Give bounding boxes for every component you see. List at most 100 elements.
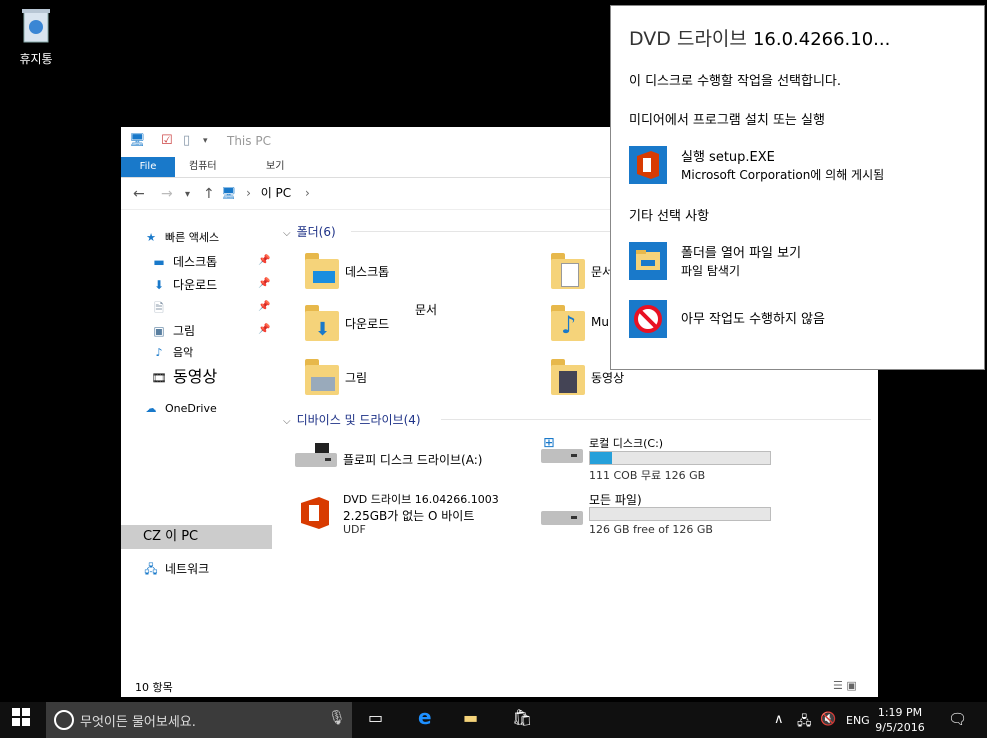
drive-free-space: 2.25GB가 없는 O 바이트 (343, 509, 475, 523)
windows-logo-icon (12, 708, 30, 726)
network-status-icon[interactable]: 🖧 (797, 712, 812, 734)
volume-muted-icon[interactable]: 🔇 (820, 712, 836, 727)
folders-group-header[interactable]: ⌵ 폴더(6) (283, 223, 336, 240)
start-button[interactable] (12, 708, 30, 730)
group-header-label: 디바이스 및 드라이브(4) (296, 413, 421, 427)
sidebar-item-label: 네트워크 (165, 562, 210, 576)
up-arrow-icon[interactable]: ↑ (203, 186, 215, 202)
window-title: This PC (227, 134, 271, 148)
sidebar-item-quick-access[interactable]: ★ 빠른 액세스 (143, 228, 219, 248)
collapse-chevron-icon[interactable]: ⌵ (283, 416, 291, 427)
forward-arrow-icon[interactable]: → (161, 186, 173, 202)
store-icon[interactable]: 🛍 (512, 708, 532, 727)
cortana-icon[interactable] (54, 710, 74, 730)
computer-icon: 🖥 (221, 186, 237, 200)
customize-toolbar-icon[interactable]: ▾ (203, 136, 208, 146)
task-view-icon[interactable]: ▭ (368, 708, 383, 727)
tab-file[interactable]: File (121, 157, 175, 177)
run-setup-option[interactable]: 실행 setup.EXE Microsoft Corporation에 의해 게… (629, 146, 969, 188)
breadcrumb-chevron-icon[interactable]: › (246, 186, 251, 200)
navigation-pane: ★ 빠른 액세스 ▬ 데스크톱 📌 ⬇ 다운로드 📌 🗎 📌 ▣ 그림 📌 ♪ 음악 🎞 동… (121, 223, 272, 683)
computer-icon: 🖥 (129, 133, 146, 148)
pin-icon[interactable]: 📌 (258, 255, 270, 266)
clock[interactable]: 1:19 PM 9/5/2016 (870, 705, 930, 735)
sidebar-item-documents[interactable]: 🗎 (151, 298, 173, 318)
hard-drive-icon (541, 511, 583, 525)
folder-label: 그림 (345, 371, 368, 385)
taskbar: 무엇이든 물어보세요. 🎙 ▭ e ▬ 🛍 ∧ 🖧 🔇 ENG 1:19 PM … (0, 702, 987, 738)
drive-label: 플로피 디스크 드라이브(A:) (343, 453, 483, 467)
sidebar-item-network[interactable]: 🖧 네트워크 (143, 559, 209, 579)
folder-label: 다운로드 (345, 317, 390, 331)
drive-local-c[interactable]: ⊞ 로컬 디스크(C:) 111 COB 무료 126 GB (541, 435, 781, 482)
clock-date: 9/5/2016 (875, 721, 925, 734)
file-explorer-taskbar-icon[interactable]: ▬ (463, 708, 478, 727)
sidebar-item-label: 음악 (173, 346, 194, 359)
drive-usage-fill (590, 452, 612, 464)
view-toggle: ☰ ▣ (833, 679, 857, 692)
group-header-label: 폴더(6) (296, 225, 336, 239)
input-language[interactable]: ENG (846, 714, 870, 727)
sidebar-item-desktop[interactable]: ▬ 데스크톱 (151, 252, 217, 272)
action-center-icon[interactable]: 🗨 (948, 710, 967, 728)
collapse-chevron-icon[interactable]: ⌵ (283, 228, 291, 239)
sidebar-item-label: 다운로드 (173, 278, 218, 292)
pin-icon[interactable]: 📌 (258, 301, 270, 312)
section-other-heading: 기타 선택 사항 (629, 209, 710, 224)
drive-label: 모든 파일) (589, 493, 642, 507)
microphone-icon[interactable]: 🎙 (328, 710, 346, 726)
folder-label: Mu (591, 315, 609, 329)
search-placeholder: 무엇이든 물어보세요. (80, 715, 196, 730)
desktop-folder-icon (301, 251, 339, 291)
large-icons-view-icon[interactable]: ▣ (846, 679, 856, 692)
drive-filesystem: UDF (343, 523, 366, 536)
pin-icon[interactable]: 📌 (258, 324, 270, 335)
take-no-action-option[interactable]: 아무 작업도 수행하지 않음 (629, 300, 969, 342)
sidebar-item-videos[interactable]: 🎞 동영상 (151, 367, 217, 387)
address-bar[interactable]: 🖥 › 이 PC › (221, 183, 611, 203)
sidebar-item-downloads[interactable]: ⬇ 다운로드 (151, 275, 217, 295)
sidebar-item-music[interactable]: ♪ 음악 (151, 343, 193, 363)
pin-icon[interactable]: 📌 (258, 278, 270, 289)
recent-locations-icon[interactable]: ▾ (185, 189, 190, 200)
open-folder-option[interactable]: 폴더를 열어 파일 보기 파일 탐색기 (629, 242, 969, 284)
autoplay-title: DVD 드라이브 16.0.4266.10... (629, 24, 890, 51)
breadcrumb-this-pc[interactable]: 이 PC (261, 186, 291, 200)
sidebar-item-label: 빠른 액세스 (165, 231, 220, 244)
section-media-heading: 미디어에서 프로그램 설치 또는 실행 (629, 113, 825, 128)
new-folder-icon[interactable]: ▯ (183, 133, 190, 148)
no-action-icon (629, 300, 667, 338)
show-hidden-icons-chevron-icon[interactable]: ∧ (774, 712, 784, 727)
drive-label: 로컬 디스크(C:) (589, 437, 664, 450)
drive-floppy[interactable]: 플로피 디스크 드라이브(A:) (295, 439, 535, 479)
details-view-icon[interactable]: ☰ (833, 679, 843, 692)
autoplay-dialog: DVD 드라이브 16.0.4266.10... 이 디스크로 수행할 작업을 … (610, 5, 985, 370)
folder-label: 동영상 (591, 371, 625, 385)
tab-view[interactable]: 보기 (266, 157, 284, 177)
drive-other[interactable]: 모든 파일) 126 GB free of 126 GB (541, 491, 781, 537)
downloads-folder-icon: ⬇ (301, 303, 339, 343)
option-title: 실행 setup.EXE (681, 150, 775, 165)
tab-computer[interactable]: 컴퓨터 (189, 157, 217, 177)
search-box[interactable]: 무엇이든 물어보세요. 🎙 (46, 702, 352, 738)
clock-time: 1:19 PM (877, 706, 923, 719)
sidebar-item-onedrive[interactable]: ☁ OneDrive (143, 399, 217, 419)
autoplay-title-prefix: DVD 드라이브 (629, 28, 747, 50)
back-arrow-icon[interactable]: ← (133, 186, 145, 202)
drive-label: DVD 드라이브 16.04266.1003 (343, 493, 499, 506)
breadcrumb-chevron-icon[interactable]: › (305, 186, 310, 200)
office-logo-icon (299, 495, 331, 531)
drive-dvd[interactable]: DVD 드라이브 16.04266.1003 2.25GB가 없는 O 바이트 … (295, 491, 535, 541)
edge-browser-icon[interactable]: e (418, 705, 432, 729)
sidebar-item-label: OneDrive (165, 402, 217, 415)
documents-folder-icon (547, 251, 585, 291)
devices-group-header[interactable]: ⌵ 디바이스 및 드라이브(4) (283, 411, 421, 428)
autoplay-title-version: 16.0.4266.10... (752, 29, 891, 50)
option-title: 폴더를 열어 파일 보기 (681, 246, 802, 261)
status-item-count: 10 항목 (135, 681, 173, 694)
sidebar-item-this-pc[interactable]: CZ 이 PC (143, 527, 198, 547)
properties-icon[interactable]: ☑ (161, 133, 173, 148)
sidebar-item-pictures[interactable]: ▣ 그림 (151, 321, 195, 341)
recycle-bin-label: 휴지통 (19, 52, 53, 66)
recycle-bin[interactable]: 휴지통 (6, 6, 66, 67)
